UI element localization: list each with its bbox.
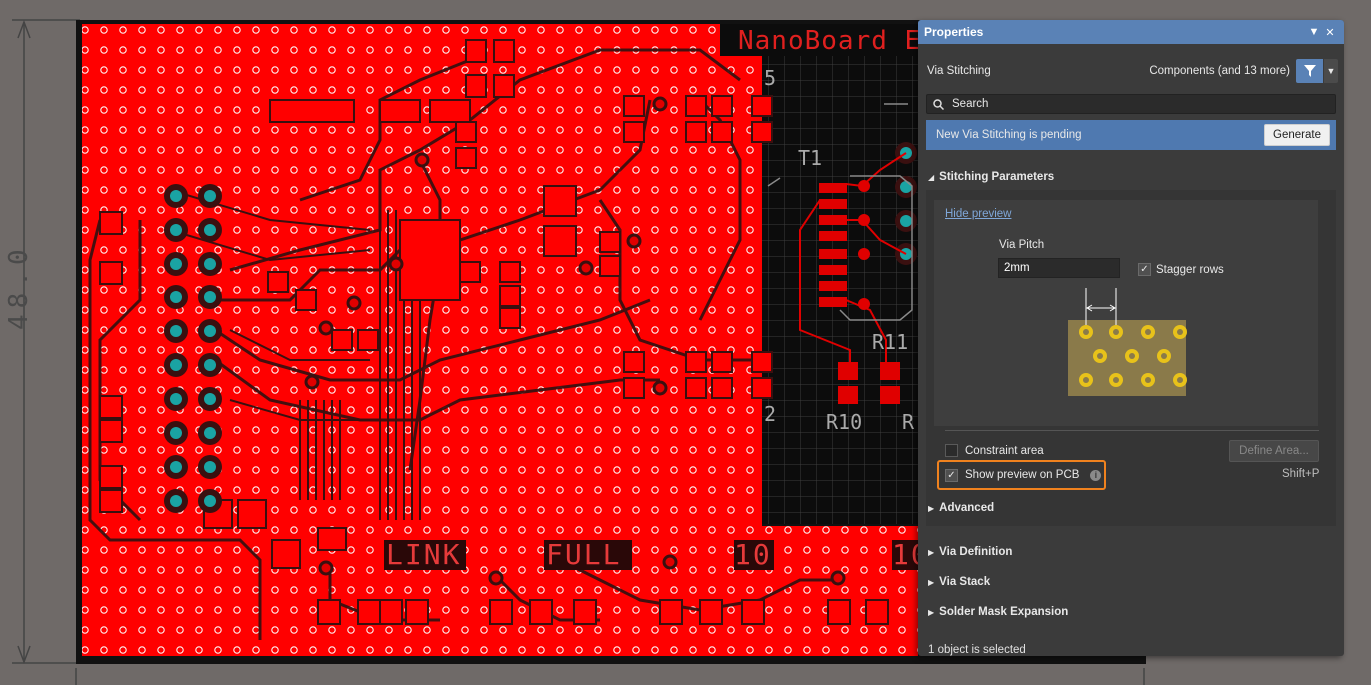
- expand-triangle-icon: ▶: [928, 503, 935, 513]
- properties-panel: Properties ▼ ✕ Via Stitching Components …: [918, 20, 1344, 656]
- search-input[interactable]: Search: [926, 94, 1336, 114]
- via-pitch-diagram: [1068, 288, 1187, 396]
- pending-banner: New Via Stitching is pending Generate: [926, 120, 1336, 150]
- section-via-stack[interactable]: ▶ Via Stack: [928, 576, 990, 588]
- filter-label: Components (and 13 more): [1149, 65, 1290, 77]
- show-preview-option[interactable]: ✓ Show preview on PCB i: [937, 460, 1106, 490]
- object-type-row: Via Stitching Components (and 13 more) ▼: [918, 56, 1344, 86]
- constraint-area-option[interactable]: Constraint area: [945, 444, 1044, 457]
- close-icon[interactable]: ✕: [1322, 26, 1338, 39]
- designator-r10: R10: [826, 410, 863, 434]
- led-label-link: LINK: [386, 538, 462, 571]
- stagger-rows-option[interactable]: ✓ Stagger rows: [1138, 263, 1224, 276]
- panel-header[interactable]: Properties ▼ ✕: [918, 20, 1344, 44]
- shortcut-hint: Shift+P: [1282, 468, 1320, 480]
- stitching-parameters-header[interactable]: ◢ Stitching Parameters: [928, 171, 1054, 183]
- stitching-parameters-label: Stitching Parameters: [939, 171, 1055, 183]
- led-label-10: 10: [734, 538, 772, 571]
- generate-button[interactable]: Generate: [1264, 124, 1330, 146]
- expand-triangle-icon: ▶: [928, 577, 935, 587]
- divider: [945, 430, 1319, 431]
- pending-message: New Via Stitching is pending: [936, 129, 1082, 141]
- via-pitch-label: Via Pitch: [999, 239, 1045, 251]
- designator-t1: T1: [798, 146, 823, 170]
- constraint-area-label: Constraint area: [965, 444, 1044, 457]
- dropdown-arrow-icon[interactable]: ▼: [1306, 26, 1322, 38]
- designator-2: 2: [764, 402, 777, 426]
- section-label: Via Stack: [939, 576, 991, 588]
- section-label: Via Definition: [939, 546, 1013, 558]
- advanced-header[interactable]: ▶ Advanced: [928, 502, 994, 514]
- info-icon[interactable]: i: [1090, 469, 1102, 481]
- expand-triangle-icon: ▶: [928, 547, 935, 557]
- show-preview-checkbox[interactable]: ✓: [945, 468, 958, 482]
- via-pitch-value: 2mm: [1004, 262, 1030, 274]
- designator-r11: R11: [872, 330, 909, 354]
- define-area-button[interactable]: Define Area...: [1229, 440, 1319, 462]
- filter-button[interactable]: [1296, 59, 1323, 83]
- filter-dropdown-button[interactable]: ▼: [1323, 59, 1338, 83]
- stagger-rows-label: Stagger rows: [1156, 263, 1224, 276]
- led-label-full: FULL: [546, 538, 622, 571]
- search-placeholder: Search: [952, 98, 989, 110]
- advanced-label: Advanced: [939, 502, 995, 514]
- section-solder-mask-expansion[interactable]: ▶ Solder Mask Expansion: [928, 606, 1068, 618]
- designator-5: 5: [764, 66, 777, 90]
- section-via-definition[interactable]: ▶ Via Definition: [928, 546, 1012, 558]
- constraint-area-checkbox[interactable]: [945, 444, 958, 457]
- stagger-rows-checkbox[interactable]: ✓: [1138, 263, 1151, 276]
- collapse-triangle-icon: ◢: [928, 172, 935, 182]
- hide-preview-link[interactable]: Hide preview: [945, 208, 1011, 220]
- board-title-silkscreen: NanoBoard Et: [738, 26, 938, 56]
- show-preview-label: Show preview on PCB: [965, 469, 1080, 481]
- selection-status: 1 object is selected: [928, 644, 1026, 656]
- via-pitch-input[interactable]: 2mm: [998, 258, 1120, 278]
- section-label: Solder Mask Expansion: [939, 606, 1069, 618]
- expand-triangle-icon: ▶: [928, 607, 935, 617]
- dimension-label: 48.0: [4, 243, 34, 330]
- designator-r: R: [902, 410, 915, 434]
- panel-title: Properties: [924, 25, 984, 39]
- object-type-label: Via Stitching: [927, 65, 991, 77]
- search-icon: [933, 98, 944, 110]
- filter-icon: [1303, 65, 1316, 77]
